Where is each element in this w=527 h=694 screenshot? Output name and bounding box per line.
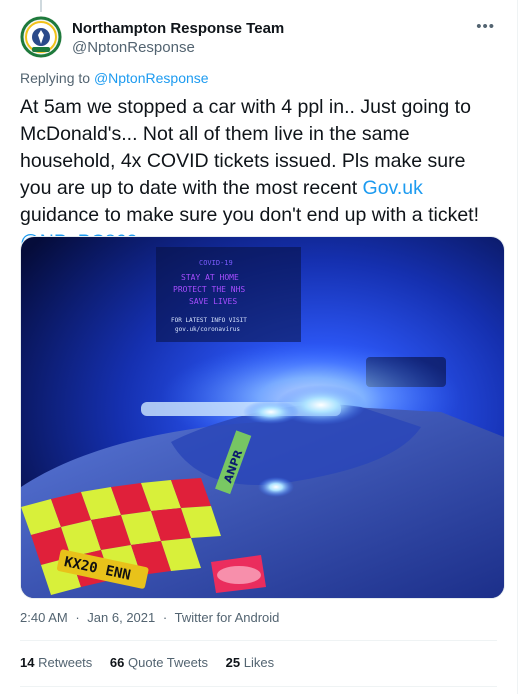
author-names: Northampton Response Team @NptonResponse (72, 20, 284, 58)
likes-label: Likes (243, 655, 275, 670)
divider (20, 640, 497, 641)
police-car-night-photo: COVID-19 STAY AT HOME PROTECT THE NHS SA… (21, 237, 504, 598)
tweet-time[interactable]: 2:40 AM (20, 610, 68, 625)
retweets-count: 14 (20, 655, 35, 670)
replying-to-label: Replying to (20, 70, 91, 86)
quote-tweets-stat[interactable]: 66 Quote Tweets (110, 655, 208, 670)
tweet-text: At 5am we stopped a car with 4 ppl in.. … (20, 94, 500, 256)
tweet-source[interactable]: Twitter for Android (175, 610, 280, 625)
meta-separator: · (162, 610, 168, 625)
sign-line: COVID-19 (199, 259, 233, 267)
more-horizontal-icon[interactable]: ••• (476, 18, 495, 35)
quote-tweets-count: 66 (109, 655, 125, 670)
tweet-card: Northampton Response Team @NptonResponse… (0, 0, 518, 694)
sign-line: SAVE LIVES (189, 297, 237, 306)
retweets-stat[interactable]: 14 Retweets (20, 655, 92, 670)
quote-tweets-label: Quote Tweets (128, 655, 208, 670)
likes-stat[interactable]: 25 Likes (226, 655, 274, 670)
sign-info: FOR LATEST INFO VISIT (171, 317, 247, 324)
police-badge-icon (20, 16, 62, 58)
tweet-media-photo[interactable]: COVID-19 STAY AT HOME PROTECT THE NHS SA… (20, 236, 505, 599)
author-display-name[interactable]: Northampton Response Team (72, 20, 284, 38)
tweet-stats: 14 Retweets 66 Quote Tweets 25 Likes (20, 655, 288, 670)
tweet-date[interactable]: Jan 6, 2021 (87, 610, 155, 625)
replying-to-handle-link[interactable]: @NptonResponse (94, 70, 209, 86)
divider (20, 686, 497, 687)
author-handle[interactable]: @NptonResponse (72, 38, 284, 58)
tweet-meta: 2:40 AM · Jan 6, 2021 · Twitter for Andr… (20, 610, 283, 625)
avatar[interactable] (20, 16, 62, 58)
tweet-text-part2: guidance to make sure you don't end up w… (20, 204, 480, 226)
replying-to: Replying to @NptonResponse (20, 70, 209, 86)
retweets-label: Retweets (38, 655, 93, 670)
likes-count: 25 (225, 655, 241, 670)
gov-uk-link[interactable]: Gov.uk (363, 177, 423, 199)
sign-url: gov.uk/coronavirus (175, 326, 240, 333)
tweet-header: Northampton Response Team @NptonResponse… (20, 16, 497, 60)
sign-line: PROTECT THE NHS (173, 285, 245, 294)
sign-line: STAY AT HOME (181, 273, 239, 282)
meta-separator: · (75, 610, 80, 625)
